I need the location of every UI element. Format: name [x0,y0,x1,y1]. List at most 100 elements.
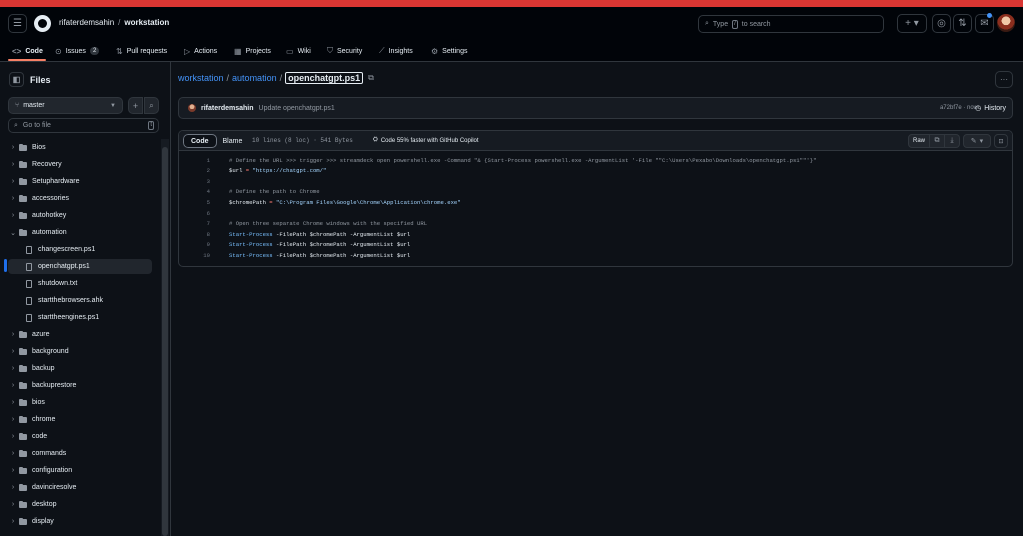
owner-link[interactable]: rifaterdemsahin [59,18,114,27]
tree-folder[interactable]: › davinciresolve [8,480,160,495]
tree-folder[interactable]: › backuprestore [8,378,160,393]
tree-folder[interactable]: › bios [8,395,160,410]
code-line[interactable]: 10 Start-Process -FilePath $chromePath -A… [179,250,410,260]
chevron-right-icon[interactable]: › [8,433,18,440]
code-line[interactable]: 1 # Define the URL >>> trigger >>> stream… [179,155,817,165]
line-number[interactable]: 10 [179,252,210,259]
more-options-button[interactable]: ··· [995,71,1013,88]
chevron-right-icon[interactable]: › [8,161,18,168]
chevron-right-icon[interactable]: › [8,365,18,372]
tab-code[interactable]: <> Code [12,44,43,58]
copy-path-icon[interactable]: ⧉ [368,73,374,83]
tree-folder[interactable]: › accessories [8,191,160,206]
tree-folder[interactable]: › desktop [8,497,160,512]
history-button[interactable]: ◷ History [975,104,1006,113]
tree-folder[interactable]: › azure [8,327,160,342]
chevron-right-icon[interactable]: › [8,144,18,151]
scrollbar-thumb[interactable] [162,147,168,536]
chevron-right-icon[interactable]: › [8,399,18,406]
copilot-promo[interactable]: ⛭ Code 55% faster with GitHub Copilot [373,137,479,144]
go-to-file-input[interactable]: ⌕ Go to file t [8,118,159,133]
tree-file[interactable]: shutdown.txt [8,276,152,291]
edit-button[interactable]: ✎ ▾ [963,134,991,148]
code-line[interactable]: 8 Start-Process -FilePath $chromePath -Ar… [179,229,411,239]
chevron-right-icon[interactable]: › [8,450,18,457]
repo-link[interactable]: workstation [124,18,169,27]
tree-file[interactable]: startthebrowsers.ahk [8,293,152,308]
tab-actions[interactable]: ▷ Actions [184,44,217,58]
commit-author[interactable]: rifaterdemsahin [201,105,254,112]
code-line[interactable]: 3 [179,176,210,186]
line-number[interactable]: 3 [179,178,210,185]
line-number[interactable]: 4 [179,188,210,195]
tree-file[interactable]: starttheengines.ps1 [8,310,152,325]
tree-folder[interactable]: ⌄ automation [8,225,160,240]
tree-folder[interactable]: › commands [8,446,160,461]
author-avatar[interactable] [188,104,196,112]
code-line[interactable]: 2 $url = "https://chatgpt.com/" [179,166,327,176]
chevron-right-icon[interactable]: › [8,195,18,202]
line-number[interactable]: 9 [179,241,210,248]
commit-meta[interactable]: a72bf7e · now [940,105,978,111]
collapse-sidebar-button[interactable]: ◧ [9,72,24,87]
chevron-right-icon[interactable]: › [8,331,18,338]
global-search-input[interactable]: ⌕ Type / to search [698,15,884,33]
tree-folder[interactable]: › backup [8,361,160,376]
line-number[interactable]: 8 [179,231,210,238]
chevron-right-icon[interactable]: › [8,348,18,355]
symbols-panel-button[interactable]: ⊡ [994,134,1008,148]
tab-wiki[interactable]: ▭ Wiki [286,44,311,58]
tree-folder[interactable]: › Setuphardware [8,174,160,189]
code-line[interactable]: 7 # Open three separate Chrome windows wi… [179,219,427,229]
copy-raw-button[interactable]: ⧉ [930,134,945,148]
blame-view-tab[interactable]: Blame [217,134,249,148]
chevron-right-icon[interactable]: › [8,212,18,219]
tree-file[interactable]: changescreen.ps1 [8,242,152,257]
menu-button[interactable]: ☰ [8,14,27,33]
download-button[interactable]: ⤓ [945,134,960,148]
chevron-right-icon[interactable]: › [8,467,18,474]
tree-folder[interactable]: › code [8,429,160,444]
code-view-tab[interactable]: Code [183,134,217,148]
user-avatar[interactable] [997,14,1015,32]
line-number[interactable]: 6 [179,210,210,217]
pull-requests-button[interactable]: ⇅ [953,14,972,33]
branch-selector[interactable]: ⑂ master ▼ [8,97,123,114]
code-line[interactable]: 6 [179,208,210,218]
issues-button[interactable]: ◎ [932,14,951,33]
tree-file[interactable]: openchatgpt.ps1 [8,259,152,274]
raw-button[interactable]: Raw [907,134,930,148]
search-files-button[interactable]: ⌕ [144,97,159,114]
breadcrumb-folder-link[interactable]: automation [232,73,277,83]
chevron-right-icon[interactable]: › [8,501,18,508]
tree-folder[interactable]: › display [8,514,160,529]
tree-folder[interactable]: › background [8,344,160,359]
tree-folder[interactable]: › Bios [8,140,160,155]
tab-issues[interactable]: ⊙ Issues 2 [55,44,100,58]
line-number[interactable]: 1 [179,157,210,164]
tree-folder[interactable]: › Recovery [8,157,160,172]
tree-folder[interactable]: › chrome [8,412,160,427]
code-line[interactable]: 4 # Define the path to Chrome [179,187,320,197]
chevron-right-icon[interactable]: › [8,518,18,525]
chevron-right-icon[interactable]: › [8,484,18,491]
breadcrumb-repo-link[interactable]: workstation [178,73,224,83]
line-number[interactable]: 5 [179,199,210,206]
sidebar-scrollbar[interactable] [161,139,169,536]
tree-folder[interactable]: › autohotkey [8,208,160,223]
add-file-button[interactable]: + [128,97,143,114]
tab-pull-requests[interactable]: ⇅ Pull requests [116,44,167,58]
chevron-right-icon[interactable]: › [8,382,18,389]
tree-folder[interactable]: › configuration [8,463,160,478]
code-line[interactable]: 5 $chromePath = "C:\Program Files\Google\… [179,197,461,207]
create-new-button[interactable]: + ▾ [897,14,927,33]
tab-settings[interactable]: ⚙ Settings [431,44,467,58]
code-line[interactable]: 9 Start-Process -FilePath $chromePath -Ar… [179,240,411,250]
github-logo-icon[interactable] [34,15,51,32]
chevron-down-icon[interactable]: ⌄ [8,229,18,237]
chevron-right-icon[interactable]: › [8,178,18,185]
line-number[interactable]: 2 [179,167,210,174]
chevron-right-icon[interactable]: › [8,416,18,423]
tab-security[interactable]: ⛉ Security [327,44,362,58]
tab-projects[interactable]: ▦ Projects [234,44,271,58]
